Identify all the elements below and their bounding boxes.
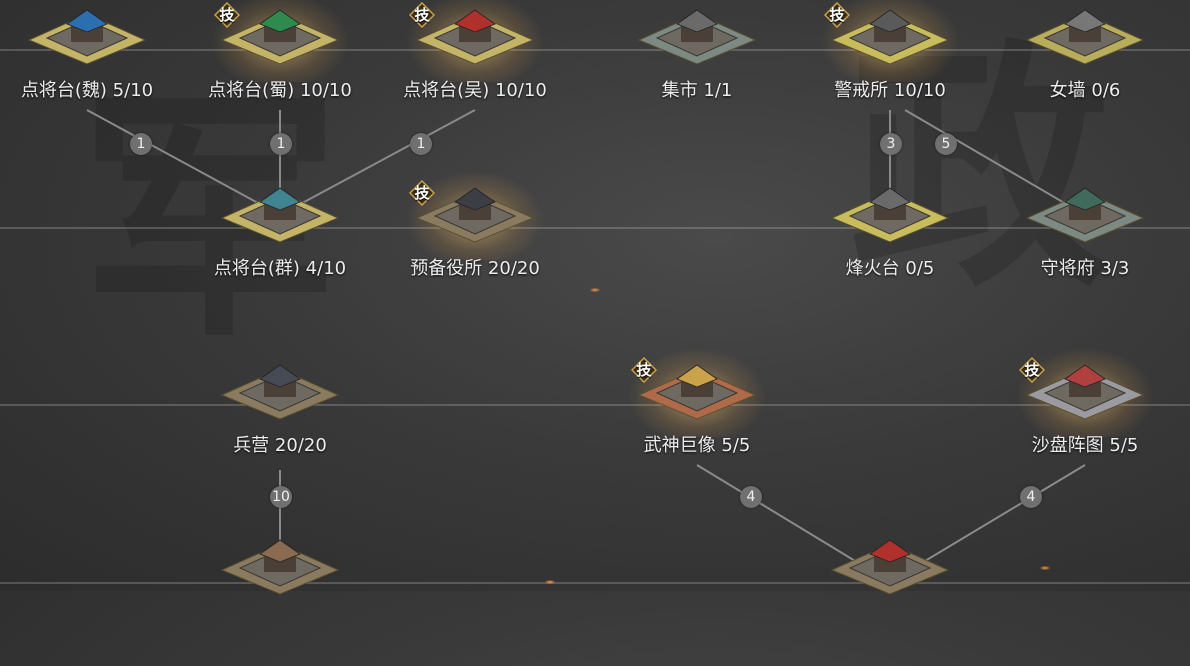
skill-badge-icon: 技 — [823, 1, 851, 29]
skill-badge-label: 技 — [829, 6, 845, 24]
skill-badge-label: 技 — [414, 184, 430, 202]
building-label: 警戒所 10/10 — [834, 80, 946, 101]
building-label: 集市 1/1 — [661, 80, 733, 101]
building-node-bottom-center[interactable] — [810, 526, 970, 666]
building-node-wushenjuxiang[interactable]: 技武神巨像 5/5 — [617, 347, 777, 491]
ember-spark — [590, 288, 600, 292]
building-node-dianjiangtai-shu[interactable]: 技点将台(蜀) 10/10 — [200, 0, 360, 136]
link-badge-jingjie-fenghuo: 3 — [880, 133, 902, 155]
building-label: 点将台(魏) 5/10 — [20, 80, 154, 101]
building-node-shapanzhentu[interactable]: 技沙盘阵图 5/5 — [1005, 347, 1165, 491]
building-fenghuotai-icon — [830, 187, 950, 243]
building-node-bingying[interactable]: 兵营 20/20 — [200, 351, 360, 491]
building-node-dianjiangtai-wu[interactable]: 技点将台(吴) 10/10 — [395, 0, 555, 136]
building-node-yubeiyisuo[interactable]: 技预备役所 20/20 — [395, 170, 555, 314]
skill-badge-icon: 技 — [1018, 356, 1046, 384]
building-label: 兵营 20/20 — [233, 435, 327, 456]
building-node-jishi[interactable]: 集市 1/1 — [617, 0, 777, 136]
building-dianjiangtai-wei-icon — [27, 9, 147, 65]
building-label: 女墙 0/6 — [1049, 80, 1121, 101]
building-node-jingjiesuo[interactable]: 技警戒所 10/10 — [810, 0, 970, 136]
skill-badge-icon: 技 — [408, 179, 436, 207]
building-label: 守将府 3/3 — [1040, 258, 1130, 279]
skill-badge-icon: 技 — [213, 1, 241, 29]
link-badge-wu-qun: 1 — [410, 133, 432, 155]
building-dianjiangtai-qun-icon — [220, 187, 340, 243]
building-jishi-icon — [637, 9, 757, 65]
building-label: 武神巨像 5/5 — [643, 435, 751, 456]
building-node-bottom-left[interactable] — [200, 526, 360, 666]
link-badge-shu-qun: 1 — [270, 133, 292, 155]
link-badge-jingjie-shoujiang: 5 — [935, 133, 957, 155]
building-node-fenghuotai[interactable]: 烽火台 0/5 — [810, 174, 970, 314]
link-badge-wei-qun: 1 — [130, 133, 152, 155]
skill-badge-icon: 技 — [408, 1, 436, 29]
building-node-dianjiangtai-wei[interactable]: 点将台(魏) 5/10 — [7, 0, 167, 136]
ember-spark — [1040, 566, 1050, 570]
building-node-nvqiang[interactable]: 女墙 0/6 — [1005, 0, 1165, 136]
building-bottom-center-icon — [830, 539, 950, 595]
skill-badge-icon: 技 — [630, 356, 658, 384]
skill-badge-label: 技 — [1024, 361, 1040, 379]
tech-tree-stage: 军 政 1 1 1 3 5 10 4 4 点将台(魏) 5/10 技点将台(蜀) … — [0, 0, 1190, 595]
building-label: 沙盘阵图 5/5 — [1031, 435, 1139, 456]
skill-badge-label: 技 — [414, 6, 430, 24]
building-label: 烽火台 0/5 — [845, 258, 935, 279]
building-node-dianjiangtai-qun[interactable]: 点将台(群) 4/10 — [200, 174, 360, 314]
building-nvqiang-icon — [1025, 9, 1145, 65]
skill-badge-label: 技 — [219, 6, 235, 24]
skill-badge-label: 技 — [636, 361, 652, 379]
building-label: 点将台(群) 4/10 — [213, 258, 347, 279]
ember-spark — [545, 580, 555, 584]
building-shoujiangfu-icon — [1025, 187, 1145, 243]
building-label: 点将台(蜀) 10/10 — [208, 80, 352, 101]
building-node-shoujiangfu[interactable]: 守将府 3/3 — [1005, 174, 1165, 314]
building-label: 点将台(吴) 10/10 — [403, 80, 547, 101]
building-bottom-left-icon — [220, 539, 340, 595]
building-label: 预备役所 20/20 — [410, 258, 540, 279]
building-bingying-icon — [220, 364, 340, 420]
